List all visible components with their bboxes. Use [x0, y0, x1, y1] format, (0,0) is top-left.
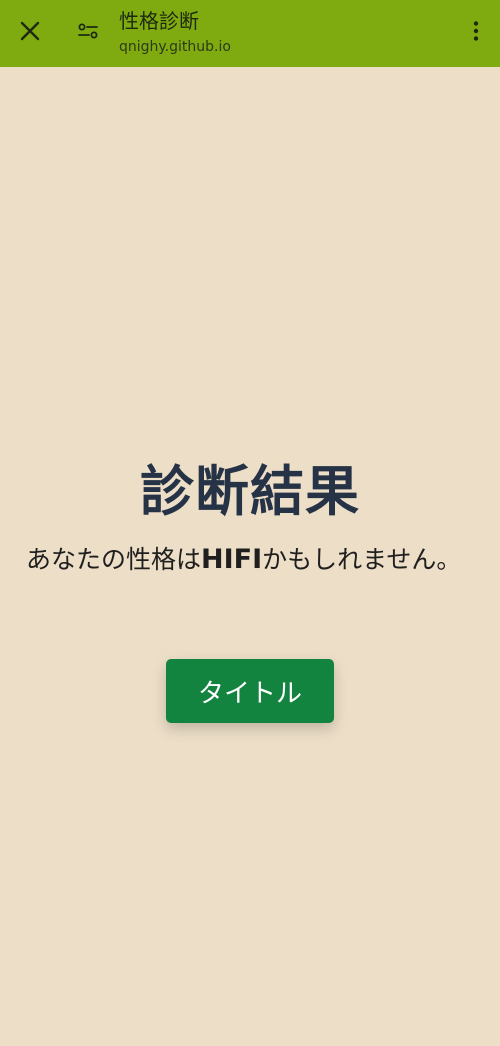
result-prefix: あなたの性格は: [26, 545, 202, 574]
browser-toolbar: 性格診断 qnighy.github.io: [0, 0, 500, 67]
more-options-button[interactable]: [464, 15, 488, 51]
more-vert-icon: [473, 20, 479, 46]
title-button[interactable]: タイトル: [166, 659, 334, 723]
site-settings-button[interactable]: [70, 15, 106, 51]
tune-icon: [77, 20, 99, 46]
close-button[interactable]: [12, 15, 48, 51]
result-type: HIFI: [201, 544, 263, 575]
page-title: 性格診断: [119, 9, 199, 33]
close-icon: [19, 20, 41, 46]
result-text: あなたの性格はHIFIかもしれません。: [26, 541, 478, 579]
result-heading: 診断結果: [140, 460, 360, 523]
page-url: qnighy.github.io: [119, 39, 231, 55]
page-content: 診断結果 あなたの性格はHIFIかもしれません。 タイトル: [0, 67, 500, 1046]
result-suffix: かもしれません。: [262, 545, 462, 574]
title-block: 性格診断 qnighy.github.io: [119, 8, 439, 57]
